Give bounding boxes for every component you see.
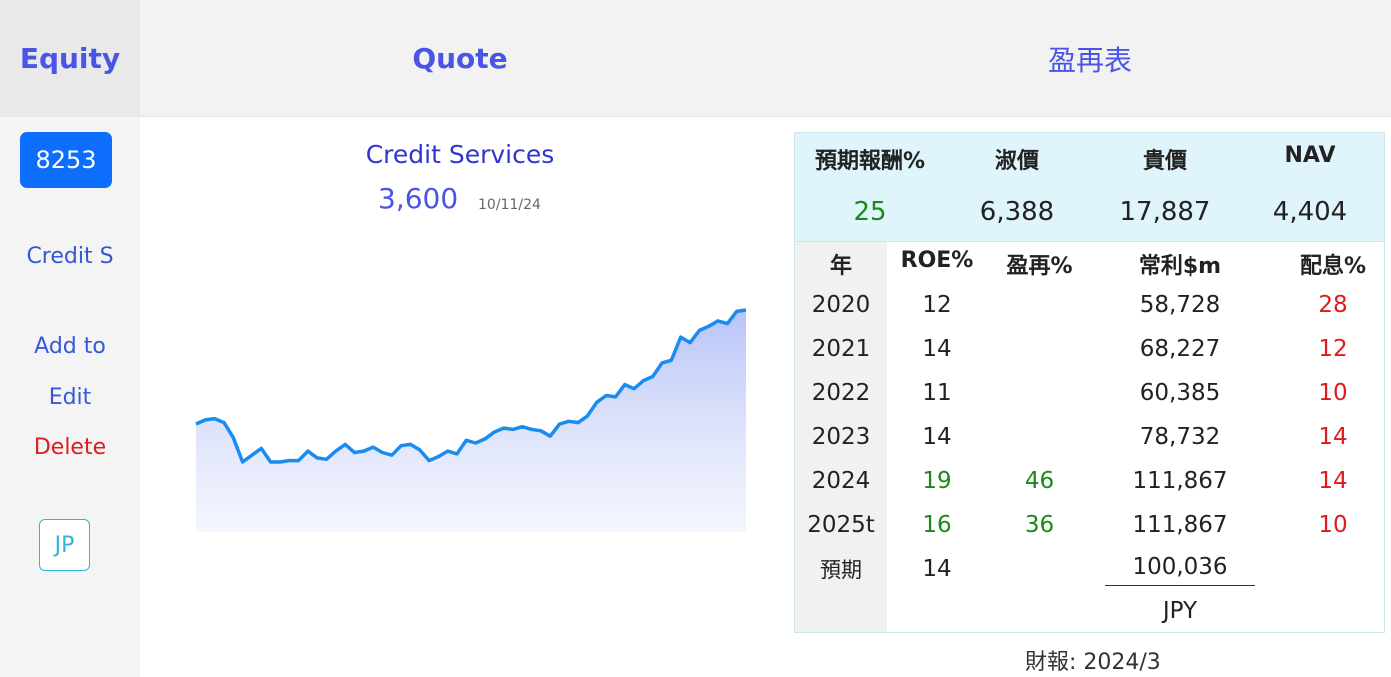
financials-table: 年 ROE% 盈再% 常利$m 配息% 2020 12 58,728 28 20… [794,241,1385,633]
price-area [196,310,746,532]
row-year: 2022 [811,380,871,406]
header-roe: ROE% [900,248,974,273]
header-payout: 配息% [1299,254,1367,279]
price-chart [195,308,747,532]
add-to-link[interactable]: Add to [0,334,140,359]
ticker-button[interactable]: 8253 [20,132,112,188]
row-profit: 68,227 [1139,336,1221,362]
row-payout: 14 [1318,424,1348,450]
report-date: 財報: 2024/3 [1025,650,1161,675]
row-roe: 12 [922,292,952,318]
header-nav: NAV [1284,143,1336,168]
row-roe: 19 [922,468,952,494]
fair-price-value: 6,388 [979,197,1055,227]
valuation-summary: 預期報酬% 淑價 貴價 NAV 25 6,388 17,887 4,404 [794,132,1385,242]
row-roe: 14 [922,424,952,450]
sidebar-title: Equity [0,0,140,117]
row-payout: 12 [1318,336,1348,362]
row-profit: 111,867 [1132,468,1228,494]
expected-roe: 14 [922,556,952,582]
row-reinvest: 46 [1024,468,1055,494]
row-roe: 14 [922,336,952,362]
tab-quote[interactable]: Quote [140,0,780,117]
edit-link[interactable]: Edit [0,385,140,410]
row-reinvest: 36 [1024,512,1055,538]
row-profit: 78,732 [1139,424,1221,450]
row-payout: 10 [1318,380,1348,406]
header-fair-price: 淑價 [994,149,1039,174]
price: 3,600 [378,182,459,215]
header-profit: 常利$m [1138,254,1222,279]
row-year: 2021 [811,336,871,362]
tab-income-statement[interactable]: 盈再表 [790,0,1390,117]
expected-profit: 100,036 [1132,554,1228,580]
row-profit: 58,728 [1139,292,1221,318]
header-expected-return: 預期報酬% [814,149,926,174]
row-profit: 111,867 [1132,512,1228,538]
row-payout: 28 [1318,292,1348,318]
company-name: Credit Services [365,140,555,169]
row-payout: 10 [1318,512,1348,538]
expected-label: 預期 [820,558,862,582]
delete-link[interactable]: Delete [0,435,140,460]
row-roe: 16 [922,512,952,538]
row-year: 2023 [811,424,871,450]
expected-return-value: 25 [853,197,887,227]
currency-label: JPY [1162,598,1198,624]
header-expensive-price: 貴價 [1142,149,1187,174]
header-year: 年 [829,254,852,279]
company-short-link[interactable]: Credit S [0,244,140,269]
row-profit: 60,385 [1139,380,1221,406]
row-year: 2025t [807,512,875,538]
total-underline [1105,585,1255,586]
price-date: 10/11/24 [478,197,541,213]
row-payout: 14 [1318,468,1348,494]
header-reinvest: 盈再% [1006,254,1073,279]
row-year: 2020 [811,292,871,318]
country-button[interactable]: JP [39,519,90,571]
nav-value: 4,404 [1272,197,1348,227]
row-roe: 11 [922,380,952,406]
row-year: 2024 [811,468,871,494]
expensive-price-value: 17,887 [1119,197,1211,227]
